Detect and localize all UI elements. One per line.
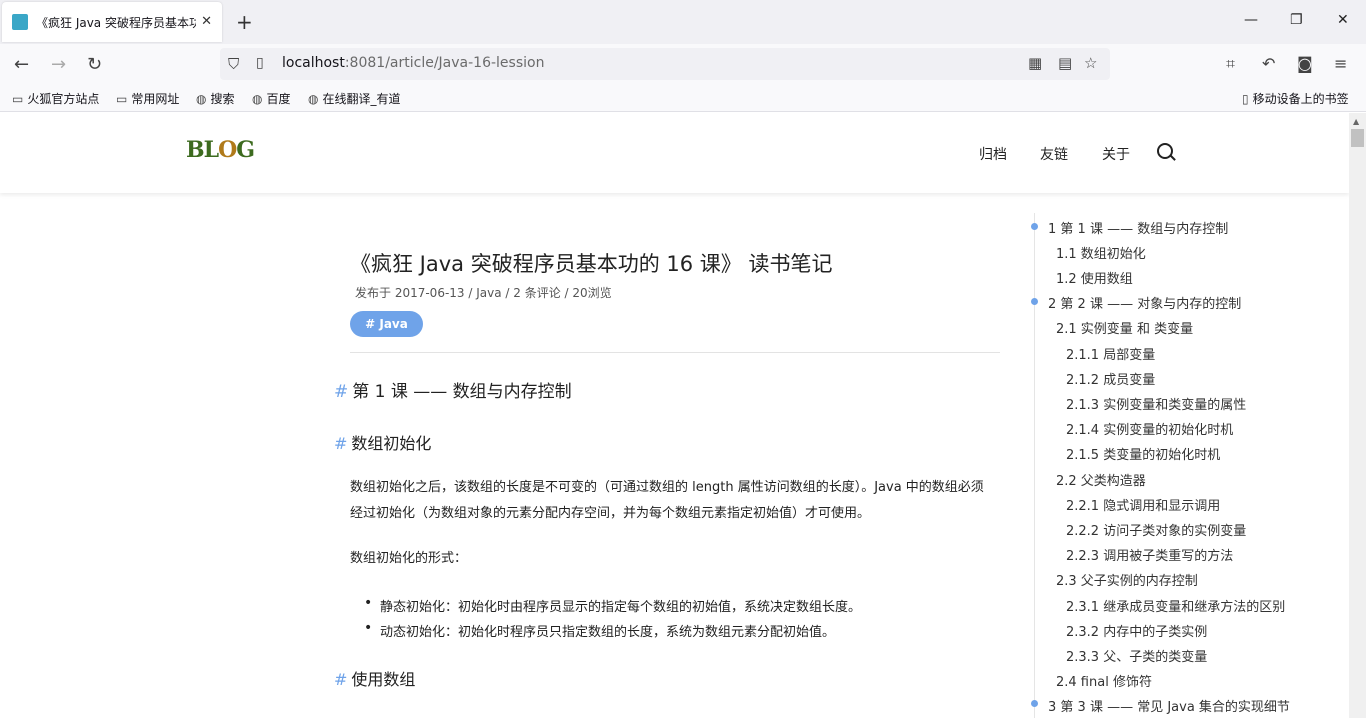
nav-about[interactable]: 关于 [1102,144,1130,164]
forward-icon[interactable]: → [51,54,66,75]
close-tab-icon[interactable]: ✕ [201,14,212,29]
toc-item[interactable]: 1.1 数组初始化 [1056,243,1146,262]
divider [350,352,1000,353]
reload-icon[interactable]: ↻ [87,54,102,75]
window-close-button[interactable]: ✕ [1337,12,1349,28]
toc-item[interactable]: 1 第 1 课 —— 数组与内存控制 [1048,218,1228,237]
crop-icon[interactable]: ⌗ [1226,54,1235,74]
toc-item[interactable]: 2.1.2 成员变量 [1066,369,1155,388]
toc-item[interactable]: 2.2.2 访问子类对象的实例变量 [1066,520,1246,539]
scroll-up-icon[interactable]: ▲ [1353,117,1359,126]
globe-icon: ◍ [196,92,206,106]
toc-dot [1031,223,1038,230]
tab-title: 《疯狂 Java 突破程序员基本功的 16 课》 读书笔记 [36,14,196,31]
toc-item[interactable]: 2.3.2 内存中的子类实例 [1066,621,1207,640]
toc-item[interactable]: 2.1.3 实例变量和类变量的属性 [1066,394,1246,413]
page-icon: ▯ [256,55,264,71]
extension-icon[interactable]: ◙ [1297,54,1313,73]
toc-item[interactable]: 2.2.1 隐式调用和显示调用 [1066,495,1220,514]
menu-icon[interactable]: ≡ [1334,54,1347,73]
toc-item[interactable]: 2.3 父子实例的内存控制 [1056,570,1198,589]
url-text[interactable]: localhost:8081/article/Java-16-lession [282,55,544,71]
anchor-hash[interactable]: # [334,670,347,689]
toc-line [1034,213,1035,718]
heading-lesson-1: #第 1 课 —— 数组与内存控制 [334,377,572,402]
heading-array-init: #数组初始化 [334,430,431,454]
folder-icon: ▭ [116,92,127,106]
list-item: 静态初始化：初始化时由程序员显示的指定每个数组的初始值，系统决定数组长度。 [366,596,861,615]
paragraph: 数组初始化之后，该数组的长度是不可变的（可通过数组的 length 属性访问数组… [350,475,995,527]
back-icon[interactable]: ← [14,54,29,75]
toc-item[interactable]: 2.3.1 继承成员变量和继承方法的区别 [1066,596,1285,615]
toc-item[interactable]: 2.1.5 类变量的初始化时机 [1066,444,1220,463]
favicon-icon [12,14,28,30]
bookmark-folder-common[interactable]: ▭常用网址 [116,90,179,107]
url-bar[interactable]: ⛉ ▯ localhost:8081/article/Java-16-lessi… [220,48,1110,80]
browser-tab[interactable]: 《疯狂 Java 突破程序员基本功的 16 课》 读书笔记 ✕ [2,2,222,42]
bookmark-baidu[interactable]: ◍百度 [252,90,291,107]
maximize-button[interactable]: ❐ [1290,12,1303,28]
bookmark-youdao[interactable]: ◍在线翻译_有道 [308,90,401,107]
tag-java[interactable]: # Java [350,311,423,337]
folder-icon: ▭ [12,92,23,106]
mobile-icon: ▯ [1242,92,1249,106]
bookmark-search[interactable]: ◍搜索 [196,90,235,107]
globe-icon: ◍ [308,92,318,106]
blog-logo[interactable]: BLOG [186,137,244,169]
toc-item[interactable]: 2.1.4 实例变量的初始化时机 [1066,419,1233,438]
shield-icon[interactable]: ⛉ [228,55,239,73]
toc-item[interactable]: 3 第 3 课 —— 常见 Java 集合的实现细节 [1048,696,1290,715]
nav-links[interactable]: 友链 [1040,144,1068,164]
scrollbar[interactable]: ▲ [1349,113,1366,718]
toc-item[interactable]: 2.4 final 修饰符 [1056,671,1152,690]
minimize-button[interactable]: — [1244,12,1258,28]
bookmark-folder-firefox[interactable]: ▭火狐官方站点 [12,90,99,107]
mobile-bookmarks[interactable]: ▯移动设备上的书签 [1242,90,1349,107]
bookmarks-bar: ▭火狐官方站点 ▭常用网址 ◍搜索 ◍百度 ◍在线翻译_有道 ▯移动设备上的书签 [0,86,1366,112]
toc-item[interactable]: 2.2.3 调用被子类重写的方法 [1066,545,1233,564]
reader-view-icon[interactable]: ▤ [1058,54,1072,72]
page-content: BLOG 归档 友链 关于 《疯狂 Java 突破程序员基本功的 16 课》 读… [0,113,1349,718]
search-icon[interactable] [1157,143,1173,159]
toc-item[interactable]: 2.3.3 父、子类的类变量 [1066,646,1207,665]
toc-item[interactable]: 1.2 使用数组 [1056,268,1133,287]
scroll-thumb[interactable] [1351,129,1364,147]
undo-icon[interactable]: ↶ [1262,54,1275,73]
heading-use-array: #使用数组 [334,666,415,690]
site-header: BLOG 归档 友链 关于 [0,113,1349,193]
toc-item[interactable]: 2.1 实例变量 和 类变量 [1056,318,1193,337]
toc-item[interactable]: 2.1.1 局部变量 [1066,344,1155,363]
article-meta: 发布于 2017-06-13 / Java / 2 条评论 / 20浏览 [355,284,612,301]
toc-item[interactable]: 2 第 2 课 —— 对象与内存的控制 [1048,293,1241,312]
bookmark-star-icon[interactable]: ☆ [1084,54,1097,72]
new-tab-button[interactable]: + [236,10,253,34]
toc-dot [1031,298,1038,305]
qr-code-icon[interactable]: ▦ [1028,54,1042,72]
globe-icon: ◍ [252,92,262,106]
toc-item[interactable]: 2.2 父类构造器 [1056,470,1146,489]
nav-archive[interactable]: 归档 [979,144,1007,164]
anchor-hash[interactable]: # [334,434,347,453]
paragraph: 数组初始化的形式： [350,546,995,572]
article-title: 《疯狂 Java 突破程序员基本功的 16 课》 读书笔记 [350,248,832,278]
navigation-bar: ← → ↻ ⛉ ▯ localhost:8081/article/Java-16… [0,44,1366,86]
anchor-hash[interactable]: # [334,382,348,402]
tab-bar: 《疯狂 Java 突破程序员基本功的 16 课》 读书笔记 ✕ + — ❐ ✕ [0,0,1366,44]
list-item: 动态初始化：初始化时程序员只指定数组的长度，系统为数组元素分配初始值。 [366,621,835,640]
toc-dot [1031,700,1038,707]
